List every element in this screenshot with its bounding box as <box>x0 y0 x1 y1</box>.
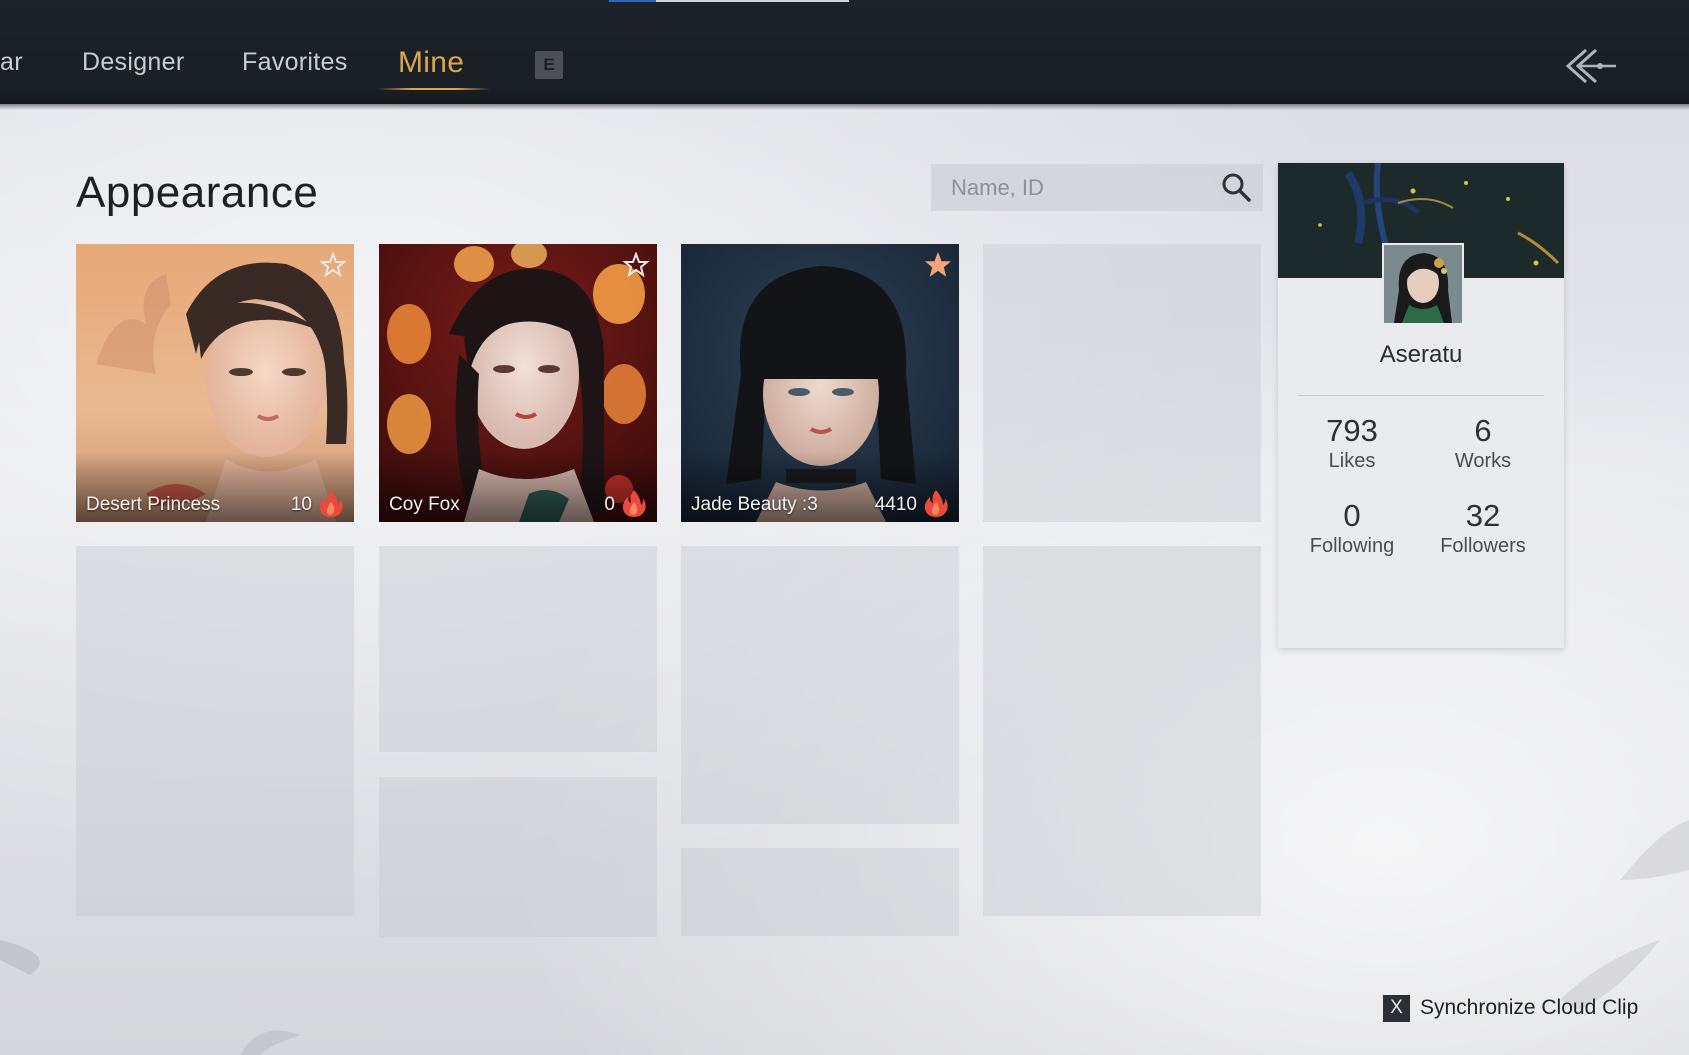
tab-designer[interactable]: Designer <box>82 48 184 84</box>
empty-card-slot <box>983 546 1261 916</box>
stat-following[interactable]: 0 Following <box>1287 498 1417 558</box>
stat-followers[interactable]: 32 Followers <box>1418 498 1548 558</box>
stat-likes-label: Likes <box>1328 450 1376 472</box>
card-title: Desert Princess <box>86 494 221 515</box>
back-arrow-icon[interactable] <box>1562 44 1618 88</box>
appearance-card-desert-princess[interactable]: Desert Princess 10 <box>76 244 354 522</box>
top-nav-bar: ar Designer Favorites Mine E <box>0 0 1689 110</box>
username: Aseratu <box>1379 341 1463 368</box>
empty-card-slot <box>983 244 1261 522</box>
active-tab-underline <box>378 88 490 90</box>
stat-likes-value: 793 <box>1326 413 1378 448</box>
avatar[interactable] <box>1382 243 1464 325</box>
sync-label: Synchronize Cloud Clip <box>1420 996 1639 1019</box>
profile-panel: Aseratu 793 Likes 6 Works 0 Following 32… <box>1278 163 1564 648</box>
sync-cloud-clip-button[interactable]: X Synchronize Cloud Clip <box>1383 994 1638 1022</box>
star-icon[interactable] <box>623 252 649 278</box>
tab-mine[interactable]: Mine <box>398 46 464 82</box>
card-heat-count: 10 <box>290 494 312 515</box>
card-title: Jade Beauty :3 <box>691 494 818 515</box>
empty-card-slot <box>379 777 657 937</box>
card-heat-count: 0 <box>604 494 615 515</box>
stat-followers-value: 32 <box>1465 498 1501 533</box>
card-title: Coy Fox <box>389 494 460 515</box>
search-icon[interactable] <box>1221 172 1251 202</box>
card-heat-count: 4410 <box>874 494 917 515</box>
tab-partial[interactable]: ar <box>0 48 23 84</box>
next-tab-key-hint[interactable]: E <box>535 51 563 79</box>
flame-icon <box>319 490 343 517</box>
tab-favorites[interactable]: Favorites <box>242 48 348 84</box>
sync-key-hint: X <box>1383 994 1410 1022</box>
search-input[interactable] <box>949 172 1203 204</box>
appearance-card-jade-beauty[interactable]: Jade Beauty :3 4410 <box>681 244 959 522</box>
stat-following-value: 0 <box>1343 498 1361 533</box>
empty-card-slot <box>681 848 959 936</box>
stat-followers-label: Followers <box>1440 535 1526 557</box>
page-title: Appearance <box>76 168 319 217</box>
stat-works-label: Works <box>1454 450 1512 472</box>
search-box[interactable] <box>931 164 1263 211</box>
stat-following-label: Following <box>1309 535 1395 557</box>
flame-icon <box>622 490 646 517</box>
flame-icon <box>924 490 948 517</box>
empty-card-slot <box>681 546 959 824</box>
star-icon[interactable] <box>320 252 346 278</box>
appearance-card-coy-fox[interactable]: Coy Fox 0 <box>379 244 657 522</box>
stat-likes: 793 Likes <box>1287 413 1417 473</box>
profile-divider <box>1298 395 1544 396</box>
empty-card-slot <box>379 546 657 752</box>
star-icon[interactable] <box>925 252 951 278</box>
stat-works[interactable]: 6 Works <box>1418 413 1548 473</box>
top-scroll-indicator <box>609 0 849 2</box>
stat-works-value: 6 <box>1474 413 1492 448</box>
empty-card-slot <box>76 546 354 916</box>
